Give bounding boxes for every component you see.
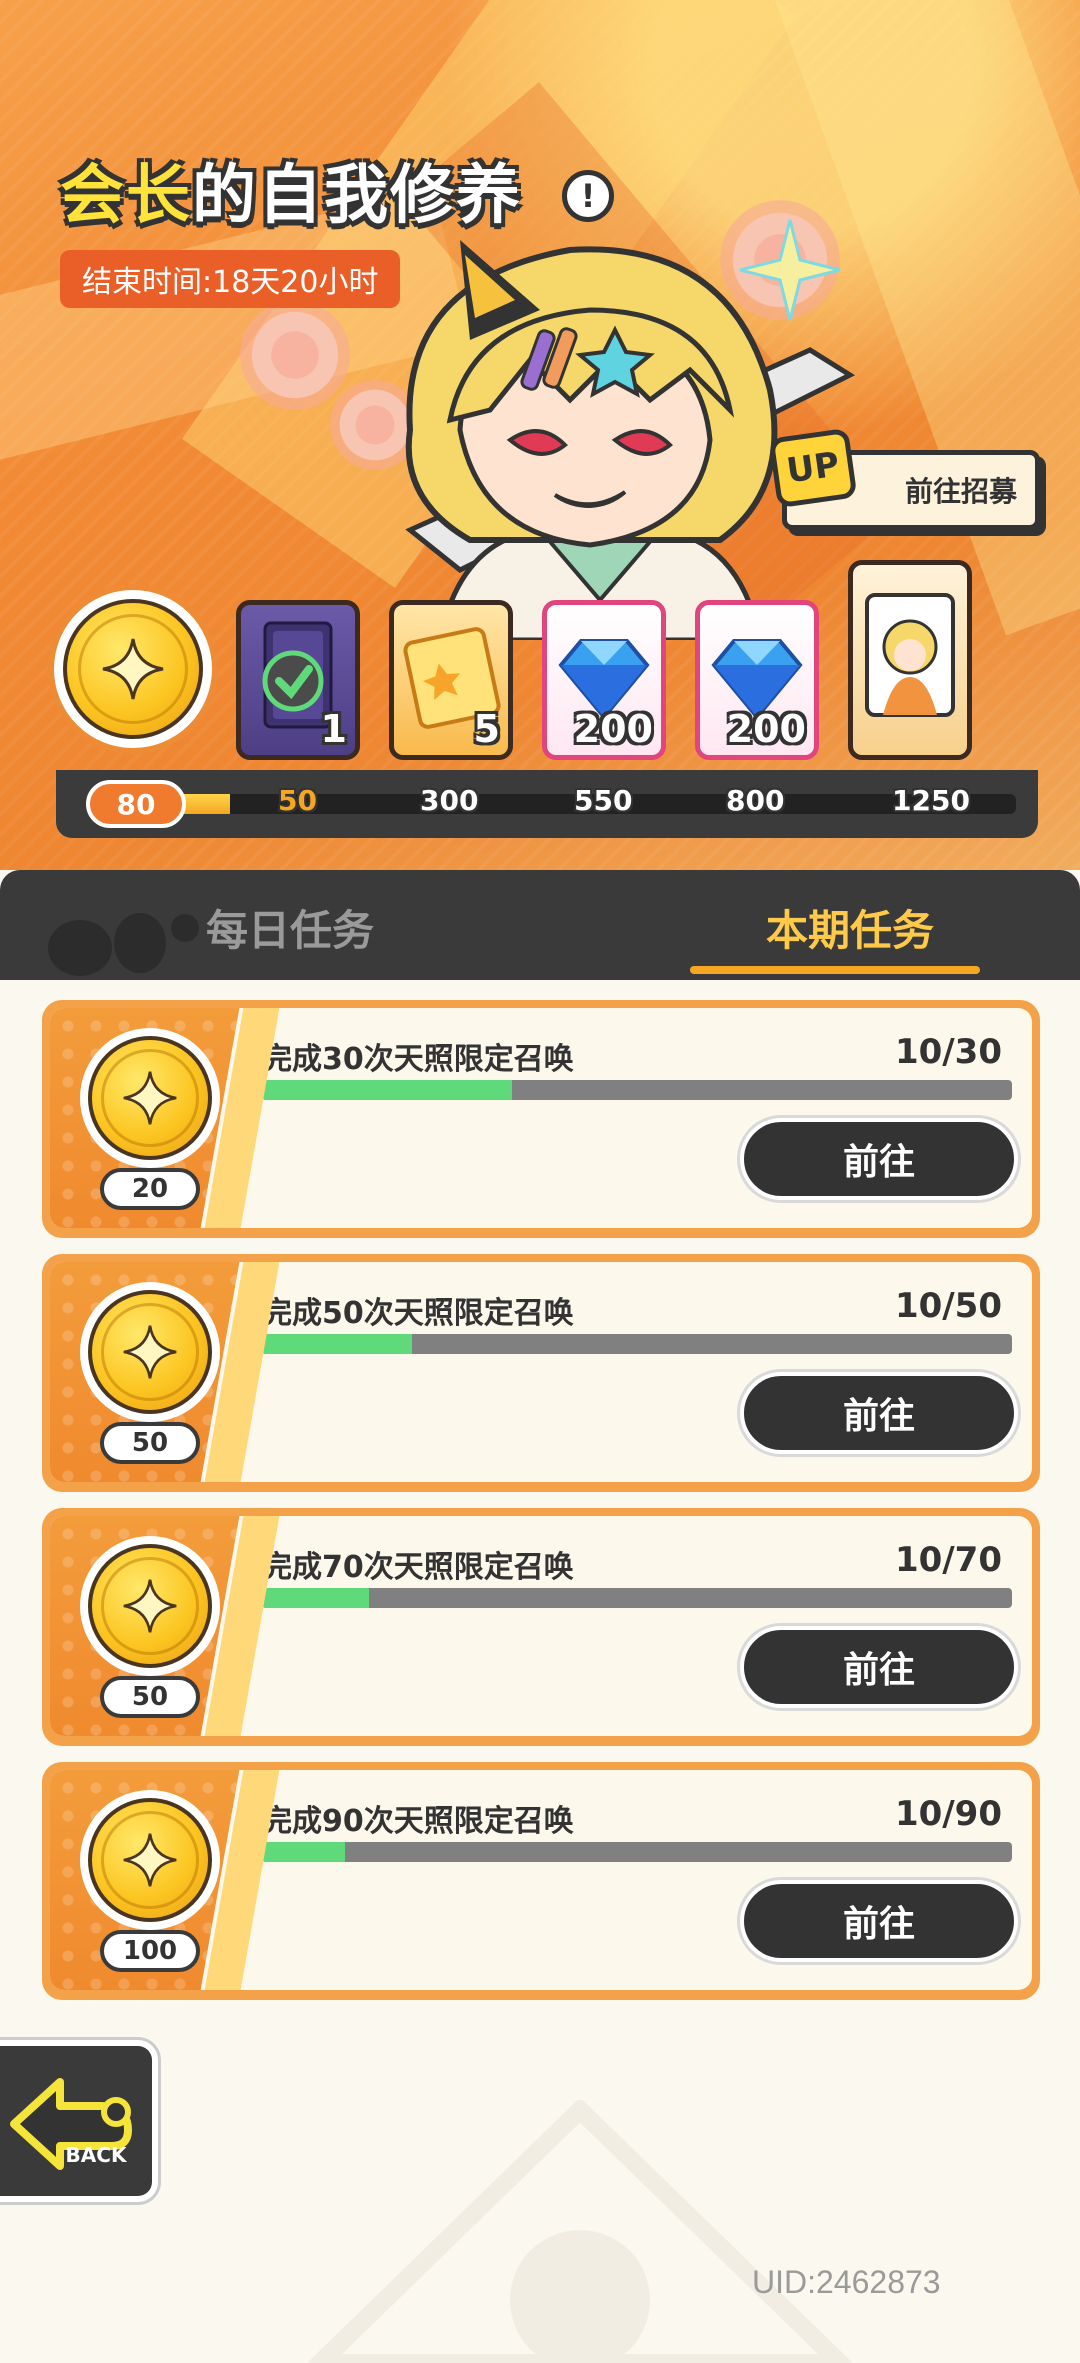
character-card-icon xyxy=(865,593,955,717)
reward-card-character[interactable] xyxy=(848,560,972,760)
points-coin-icon xyxy=(48,584,218,754)
milestone-label: 550 xyxy=(574,784,633,817)
back-button[interactable]: BACK xyxy=(0,2040,158,2202)
back-label: BACK xyxy=(66,2143,128,2167)
task-reward-amount: 20 xyxy=(100,1168,200,1210)
event-banner: 会长 的自我修养 ! 结束时间:18天20小时 UP 前往招募 1 5 200 … xyxy=(0,0,1080,870)
task-progress-text: 10/50 xyxy=(894,1286,1002,1326)
go-recruit-button[interactable]: UP 前往招募 xyxy=(768,427,1040,530)
task-card: 20 完成30次天照限定召唤 10/30 前往 xyxy=(42,1000,1040,1238)
gold-coin-icon xyxy=(88,1290,212,1414)
task-card-body: 50 完成70次天照限定召唤 10/70 前往 xyxy=(50,1516,1032,1736)
reward-card-diamond[interactable]: 200 xyxy=(695,600,819,760)
task-title: 完成30次天照限定召唤 xyxy=(262,1042,574,1077)
event-title-rest: 的自我修养 xyxy=(192,159,522,233)
sparkle-icon xyxy=(123,1579,177,1633)
task-progress-bar xyxy=(262,1588,1012,1608)
task-progress-fill xyxy=(262,1588,370,1608)
gold-coin-icon xyxy=(63,599,203,739)
reward-quantity: 200 xyxy=(573,707,653,751)
event-title: 会长 的自我修养 xyxy=(60,150,522,233)
milestone-label: 300 xyxy=(420,784,479,817)
reward-coin xyxy=(80,1282,220,1422)
task-reward-panel: 100 xyxy=(50,1770,280,1990)
reward-card-ticket[interactable]: 5 xyxy=(389,600,513,760)
task-card: 50 完成50次天照限定召唤 10/50 前往 xyxy=(42,1254,1040,1492)
sparkle-icon xyxy=(123,1325,177,1379)
go-recruit-label: 前往招募 xyxy=(904,475,1017,508)
background-emblem xyxy=(307,2100,853,2363)
task-card-body: 50 完成50次天照限定召唤 10/50 前往 xyxy=(50,1262,1032,1482)
reward-quantity: 5 xyxy=(473,707,500,751)
task-progress-text: 10/90 xyxy=(894,1794,1002,1834)
task-title: 完成50次天照限定召唤 xyxy=(262,1296,574,1331)
reward-card-claimed[interactable]: 1 xyxy=(236,600,360,760)
task-progress-bar xyxy=(262,1842,1012,1862)
task-progress-fill xyxy=(262,1080,512,1100)
sparkle-icon xyxy=(102,638,164,700)
points-progress-bar: 80 50 300 550 800 1250 xyxy=(56,770,1038,838)
task-progress-text: 10/30 xyxy=(894,1032,1002,1072)
reward-coin xyxy=(80,1028,220,1168)
event-title-highlight: 会长 xyxy=(60,159,192,233)
task-tabs: 每日任务 本期任务 xyxy=(0,870,1080,980)
reward-card-diamond[interactable]: 200 xyxy=(542,600,666,760)
task-card-body: 20 完成30次天照限定召唤 10/30 前往 xyxy=(50,1008,1032,1228)
tab-period-tasks[interactable]: 本期任务 xyxy=(700,892,1000,962)
up-badge: UP xyxy=(768,427,858,509)
tab-daily-tasks[interactable]: 每日任务 xyxy=(140,892,440,962)
reward-quantity: 1 xyxy=(320,707,347,751)
task-progress-fill xyxy=(262,1334,412,1354)
gold-coin-icon xyxy=(88,1544,212,1668)
sparkle-icon xyxy=(123,1071,177,1125)
task-card: 50 完成70次天照限定召唤 10/70 前往 xyxy=(42,1508,1040,1746)
go-button[interactable]: 前往 xyxy=(740,1118,1018,1200)
reward-coin xyxy=(80,1790,220,1930)
milestone-label: 800 xyxy=(726,784,785,817)
milestone-label: 50 xyxy=(278,784,317,817)
sparkle-icon xyxy=(123,1833,177,1887)
gold-coin-icon xyxy=(88,1036,212,1160)
user-id: UID:2462873 xyxy=(752,2264,941,2300)
task-progress-bar xyxy=(262,1334,1012,1354)
back-arrow-icon: BACK xyxy=(10,2078,132,2170)
reward-quantity: 200 xyxy=(726,707,806,751)
task-reward-panel: 20 xyxy=(50,1008,280,1228)
task-reward-amount: 100 xyxy=(100,1930,200,1972)
go-button[interactable]: 前往 xyxy=(740,1880,1018,1962)
task-reward-amount: 50 xyxy=(100,1676,200,1718)
task-progress-fill xyxy=(262,1842,346,1862)
task-title: 完成90次天照限定召唤 xyxy=(262,1804,574,1839)
task-reward-panel: 50 xyxy=(50,1516,280,1736)
go-button[interactable]: 前往 xyxy=(740,1372,1018,1454)
milestone-label: 1250 xyxy=(892,784,970,817)
task-progress-text: 10/70 xyxy=(894,1540,1002,1580)
reward-coin xyxy=(80,1536,220,1676)
task-title: 完成70次天照限定召唤 xyxy=(262,1550,574,1585)
task-reward-panel: 50 xyxy=(50,1262,280,1482)
current-points: 80 xyxy=(86,780,186,828)
go-button[interactable]: 前往 xyxy=(740,1626,1018,1708)
task-progress-bar xyxy=(262,1080,1012,1100)
task-reward-amount: 50 xyxy=(100,1422,200,1464)
info-icon[interactable]: ! xyxy=(562,170,614,222)
event-end-time: 结束时间:18天20小时 xyxy=(60,250,401,308)
task-card: 100 完成90次天照限定召唤 10/90 前往 xyxy=(42,1762,1040,2000)
task-card-body: 100 完成90次天照限定召唤 10/90 前往 xyxy=(50,1770,1032,1990)
gold-coin-icon xyxy=(88,1798,212,1922)
active-tab-indicator xyxy=(690,966,980,974)
